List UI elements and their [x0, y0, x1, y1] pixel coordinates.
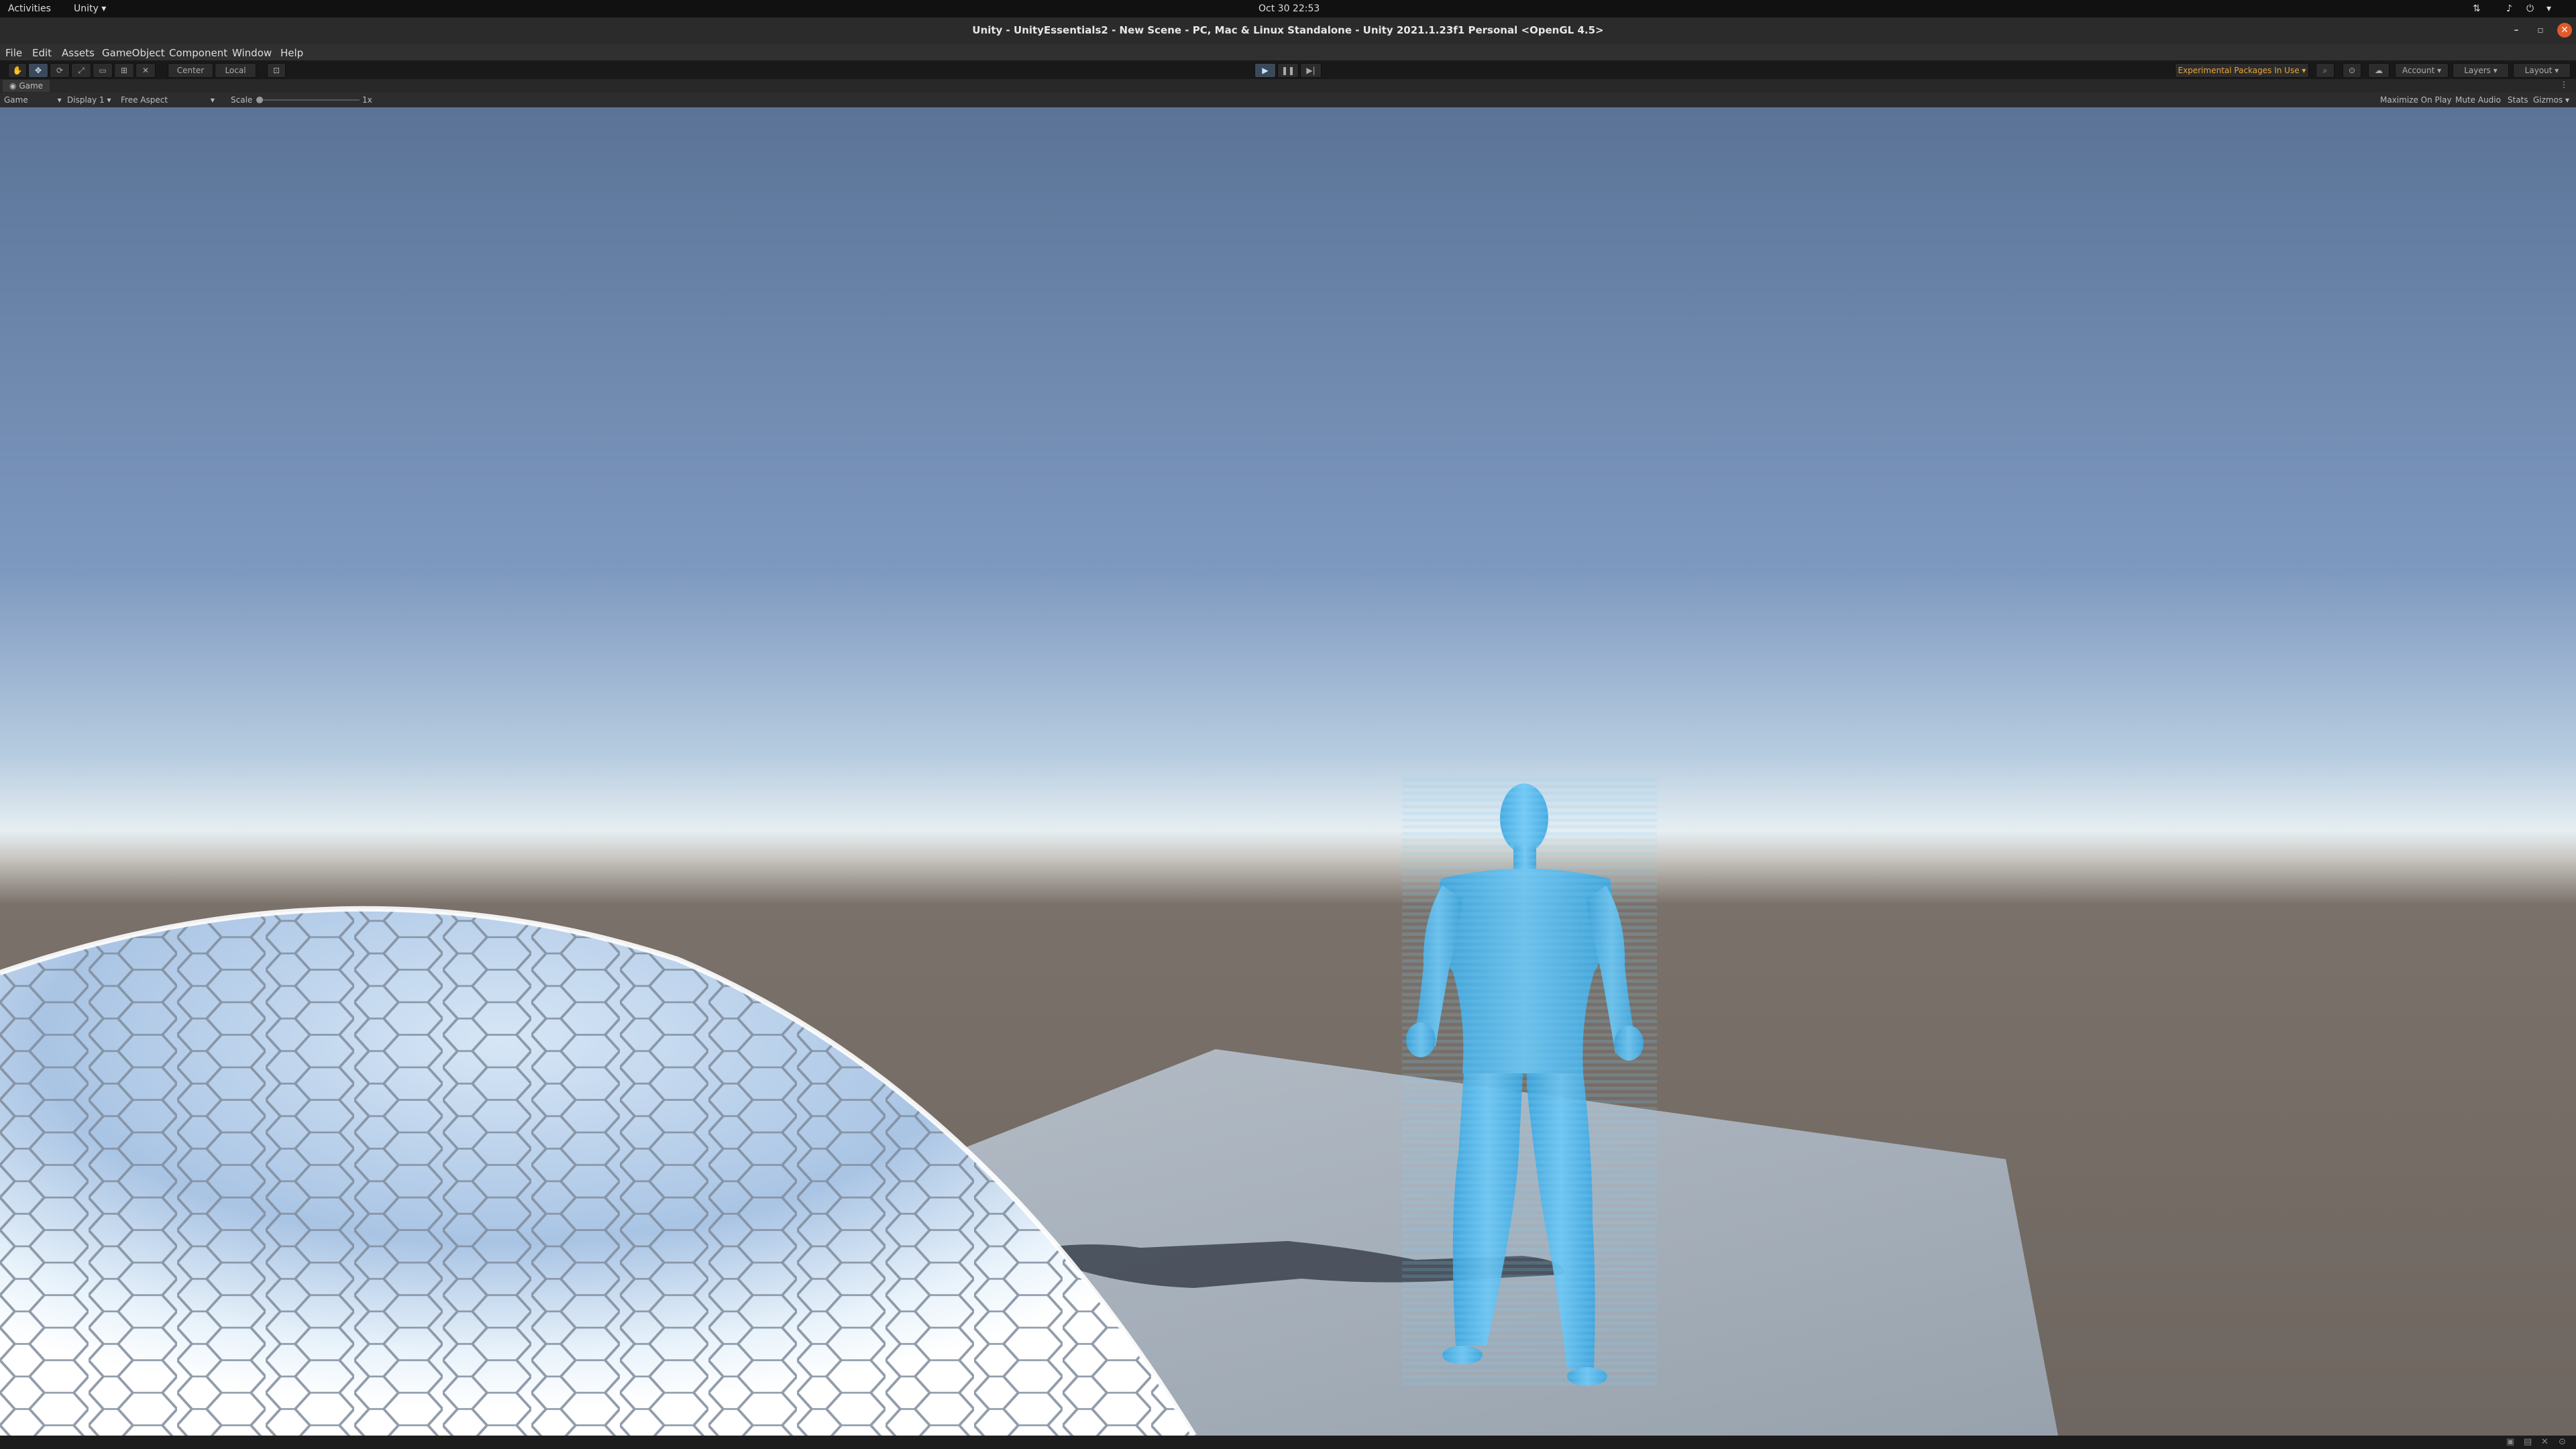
account-dropdown[interactable]: Account ▾ [2395, 63, 2449, 78]
clock[interactable]: Oct 30 22:53 [1258, 3, 1320, 15]
menu-component[interactable]: Component [169, 47, 227, 59]
status-icon-4[interactable]: ⊙ [2559, 1437, 2566, 1447]
layout-dropdown[interactable]: Layout ▾ [2513, 63, 2571, 78]
custom-tool-icon[interactable]: ✕ [136, 63, 156, 78]
hand-tool-icon[interactable]: ✋ [8, 63, 27, 78]
status-bar: ▣ ▤ ✕ ⊙ [0, 1436, 2576, 1449]
main-toolbar: ✋ ✥ ⟳ ⤢ ▭ ⊞ ✕ Center Local ⊡ ▶ ❚❚ ▶| Exp… [0, 60, 2576, 79]
status-icon-2[interactable]: ▤ [2524, 1437, 2532, 1447]
grid-snap-icon[interactable]: ⊡ [267, 63, 286, 78]
pivot-mode-button[interactable]: Center [168, 63, 213, 78]
aspect-dropdown[interactable]: Free Aspect ▾ [121, 95, 215, 105]
account-label: Account [2402, 66, 2435, 75]
tab-game[interactable]: ◉ Game [3, 80, 50, 92]
pause-icon: ❚❚ [1281, 66, 1295, 75]
game-view[interactable] [0, 107, 2576, 1436]
close-icon[interactable]: ✕ [2557, 23, 2572, 38]
pause-button[interactable]: ❚❚ [1277, 63, 1299, 78]
maximize-icon[interactable]: ▫ [2533, 23, 2548, 38]
activities-button[interactable]: Activities [8, 3, 51, 15]
power-icon[interactable]: ⏻ [2526, 3, 2534, 15]
collab-icon[interactable]: ⊙ [2343, 63, 2361, 78]
layers-label: Layers [2464, 66, 2491, 75]
pivot-rotation-button[interactable]: Local [215, 63, 256, 78]
tab-options-icon[interactable]: ⋮ [2560, 80, 2568, 89]
scale-slider[interactable] [256, 97, 360, 103]
stats-toggle[interactable]: Stats [2508, 95, 2528, 105]
menu-assets[interactable]: Assets [62, 47, 95, 59]
status-icon-1[interactable]: ▣ [2506, 1437, 2514, 1447]
menu-file[interactable]: File [5, 47, 22, 59]
window-title: Unity - UnityEssentials2 - New Scene - P… [972, 24, 1604, 36]
game-view-options-bar: Game ▾ Display 1 ▾ Free Aspect ▾ Scale 1… [0, 93, 2576, 108]
layout-label: Layout [2524, 66, 2553, 75]
experimental-packages-badge[interactable]: Experimental Packages In Use ▾ [2175, 63, 2309, 78]
display-dropdown[interactable]: Display 1 ▾ [67, 95, 111, 105]
gizmos-dropdown[interactable]: Gizmos ▾ [2533, 95, 2569, 105]
play-button[interactable]: ▶ [1254, 63, 1276, 78]
aspect-label: Free Aspect [121, 95, 168, 105]
mute-audio-toggle[interactable]: Mute Audio [2455, 95, 2501, 105]
menu-help[interactable]: Help [280, 47, 303, 59]
step-icon: ▶| [1306, 66, 1316, 75]
minimize-icon[interactable]: – [2509, 23, 2524, 38]
cloud-icon[interactable]: ☁ [2368, 63, 2390, 78]
volume-icon[interactable]: ♪ [2506, 3, 2512, 15]
view-select-label: Game [4, 95, 28, 105]
rotate-tool-icon[interactable]: ⟳ [50, 63, 70, 78]
game-render [0, 107, 2576, 1436]
layers-dropdown[interactable]: Layers ▾ [2453, 63, 2509, 78]
display-label: Display 1 [67, 95, 105, 105]
menu-bar: File Edit Assets GameObject Component Wi… [0, 44, 2576, 60]
system-top-bar: Activities Unity ▾ Oct 30 22:53 ⇅ ♪ ⏻ ▾ [0, 0, 2576, 17]
gizmos-label: Gizmos [2533, 95, 2563, 105]
search-icon[interactable]: ⌕ [2316, 63, 2334, 78]
scale-slider-handle[interactable] [256, 97, 263, 103]
transform-tool-icon[interactable]: ⊞ [114, 63, 134, 78]
game-tab-label: Game [19, 81, 44, 91]
play-icon: ▶ [1262, 66, 1269, 75]
window-title-bar: Unity - UnityEssentials2 - New Scene - P… [0, 17, 2576, 44]
system-menu-chevron-icon[interactable]: ▾ [2546, 3, 2551, 15]
maximize-on-play-toggle[interactable]: Maximize On Play [2380, 95, 2452, 105]
game-tab-icon: ◉ [9, 81, 17, 91]
rect-tool-icon[interactable]: ▭ [93, 63, 113, 78]
step-button[interactable]: ▶| [1300, 63, 1322, 78]
hologram-character [1402, 778, 1657, 1389]
menu-edit[interactable]: Edit [32, 47, 52, 59]
network-icon[interactable]: ⇅ [2473, 3, 2481, 15]
menu-gameobject[interactable]: GameObject [102, 47, 165, 59]
view-select-dropdown[interactable]: Game ▾ [4, 95, 62, 105]
scale-tool-icon[interactable]: ⤢ [71, 63, 91, 78]
app-menu[interactable]: Unity ▾ [74, 3, 106, 15]
move-tool-icon[interactable]: ✥ [28, 63, 48, 78]
game-tab-row: ◉ Game ⋮ [0, 79, 2576, 93]
status-icon-3[interactable]: ✕ [2541, 1437, 2548, 1447]
menu-window[interactable]: Window [232, 47, 272, 59]
scale-label: Scale [231, 95, 253, 105]
scale-value: 1x [362, 95, 372, 105]
